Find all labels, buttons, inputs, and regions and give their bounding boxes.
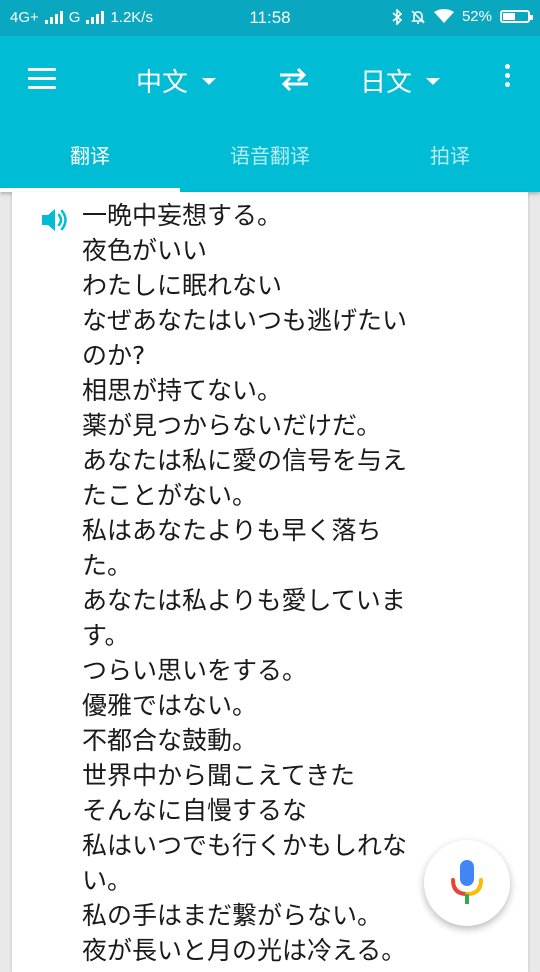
- status-bar: 4G+ G 1.2K/s 11:58 52%: [0, 0, 540, 36]
- result-line: 世界中から聞こえてきた: [82, 761, 356, 790]
- result-line: あなたは私よりも愛していま: [82, 586, 406, 615]
- result-line: たことがない。: [82, 481, 258, 510]
- result-line: のか?: [82, 341, 146, 370]
- status-right: 52%: [392, 8, 533, 25]
- tab-bar: 翻译 语音翻译 拍译: [0, 136, 540, 192]
- battery-percent: 52%: [461, 8, 492, 25]
- speaker-icon[interactable]: [40, 206, 72, 234]
- result-line: なぜあなたはいつも逃げたい: [82, 306, 408, 335]
- result-line: 夜色がいい: [82, 236, 208, 265]
- result-line: 私はいつでも行くかもしれな: [82, 831, 408, 860]
- result-line: 相思が持てない。: [82, 376, 283, 405]
- target-language-selector[interactable]: 日文: [360, 60, 441, 100]
- tab-photo-translate[interactable]: 拍译: [360, 136, 540, 192]
- source-language-label: 中文: [136, 67, 189, 98]
- result-line: た。: [82, 551, 133, 580]
- more-vert-icon[interactable]: [500, 64, 514, 92]
- dropdown-caret-icon: [202, 77, 217, 85]
- result-line: わたしに眠れない: [82, 271, 283, 300]
- result-line: 不都合な鼓動。: [82, 726, 258, 755]
- translation-result-text: 一晩中妄想する。 夜色がいいわたしに眠れないなぜあなたはいつも逃げたい のか? 相思が…: [82, 198, 487, 968]
- result-line: そんなに自慢するな: [82, 796, 308, 825]
- target-language-label: 日文: [360, 67, 413, 98]
- app-bar: 中文 日文 翻译 语音翻译 拍译: [0, 36, 540, 192]
- result-line: す。: [82, 621, 130, 650]
- result-line: 私の手はまだ繋がらない。: [82, 901, 383, 930]
- tab-voice-translate[interactable]: 语音翻译: [180, 136, 360, 192]
- result-line: 一晩中妄想する。: [82, 201, 283, 230]
- battery-level: [503, 13, 516, 20]
- result-line: 夜が長いと月の光は冷える。: [82, 936, 407, 965]
- bluetooth-icon: [392, 8, 402, 25]
- microphone-icon: [451, 860, 483, 904]
- result-line: つらい思いをする。: [82, 656, 308, 685]
- wifi-icon: [433, 9, 454, 23]
- result-line: あなたは私に愛の信号を与え: [82, 446, 408, 475]
- microphone-button[interactable]: [424, 840, 510, 926]
- result-line: 優雅ではない。: [82, 691, 258, 720]
- tab-translate[interactable]: 翻译: [0, 136, 180, 192]
- battery-icon: [500, 10, 533, 23]
- result-line: 薬が見つからないだけだ。: [82, 411, 382, 440]
- source-language-selector[interactable]: 中文: [136, 60, 217, 100]
- swap-icon[interactable]: [276, 66, 312, 92]
- menu-icon[interactable]: [28, 68, 56, 90]
- mute-bell-icon: [411, 9, 425, 24]
- result-line: 私はあなたよりも早く落ち: [82, 516, 382, 545]
- dropdown-caret-icon: [426, 77, 441, 85]
